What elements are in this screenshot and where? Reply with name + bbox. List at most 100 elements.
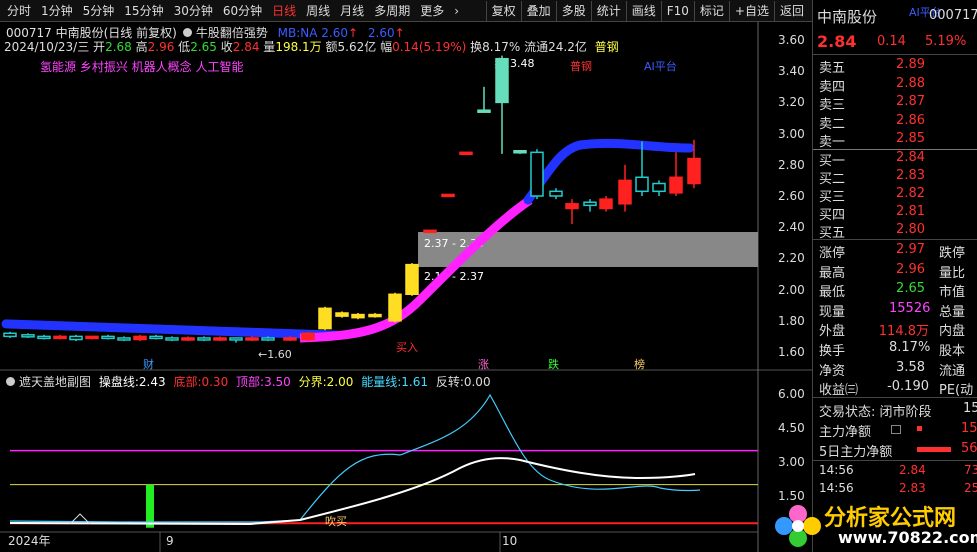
candle-body	[565, 203, 579, 210]
die-mark: 跌	[548, 357, 559, 371]
concept-tags: 氢能源 乡村振兴 机器人概念 人工智能	[40, 60, 244, 74]
candle-body	[388, 293, 402, 322]
candle-body	[405, 263, 419, 296]
close-value: 2.84	[232, 40, 260, 54]
stats-row: 换手 8.17% 股本	[819, 340, 966, 359]
bids-row: 买二 2.83	[819, 168, 925, 187]
asks-row: 卖二 2.86	[819, 112, 925, 132]
candle-body	[117, 337, 131, 341]
candle-body	[229, 337, 243, 341]
candle-body	[181, 337, 195, 341]
amt-value: 5.62亿	[337, 40, 377, 54]
time-label-10: 10	[502, 534, 517, 548]
bids-row: 买一 2.84	[819, 150, 925, 169]
quote-change: 0.14	[877, 34, 906, 49]
logo-url: www.70822.com	[838, 528, 977, 547]
low-price-mark: ←1.60	[258, 348, 292, 361]
energy-line	[9, 393, 701, 523]
sector-mark: 普钢	[570, 59, 592, 73]
candle-body	[618, 179, 632, 205]
energy-bar	[146, 484, 154, 528]
trend-line-blue	[1, 319, 341, 340]
candle-body	[459, 151, 473, 156]
stats-row: 外盘 114.8万 内盘	[819, 324, 966, 340]
candle-body	[423, 229, 437, 234]
stats-row: 收益㈢ -0.190 PE(动	[819, 379, 974, 399]
sub-l4-label: 分界:	[298, 375, 327, 389]
candle-body	[197, 337, 211, 341]
sub-l4-value: 2.00	[326, 375, 354, 389]
float-label: 流通	[524, 40, 549, 54]
amt-label: 额	[325, 40, 338, 54]
candle-body	[687, 157, 701, 185]
stats-row: 最高 2.96 量比	[819, 261, 966, 281]
tick-row: 14:56 2.84 73	[819, 463, 977, 477]
quote-pct: 5.19%	[925, 34, 967, 49]
candle-body	[261, 337, 275, 341]
candle-body	[69, 335, 83, 341]
indicator-dot-icon[interactable]	[182, 28, 192, 37]
candle-body	[149, 335, 163, 340]
stats-row: 现量 15526 总量	[819, 300, 966, 320]
sub-indicator-name[interactable]: 遮天盖地副图	[19, 375, 91, 389]
asks-row: 卖一 2.85	[819, 131, 925, 150]
high-value: 2.96	[147, 40, 175, 54]
kline-chart[interactable]: 2.37 - 2.392.15 - 2.373.48卖 普钢 AI平台←1.60买入…	[0, 0, 812, 552]
sub-indicator-dot-icon[interactable]	[6, 377, 15, 386]
candle-body	[133, 335, 147, 341]
low-label: 低	[178, 40, 191, 54]
bids-row: 买四 2.81	[819, 204, 925, 223]
candle-body	[599, 198, 613, 210]
quote-panel: 中南股份 AI平台 000717 2.84 0.14 5.19% 卖五 2.89 卖…	[812, 0, 977, 552]
sub-l6-label: 反转:	[435, 375, 464, 389]
flower-logo-icon	[775, 505, 821, 547]
ohlc-date: 2024/10/23/三	[4, 40, 90, 54]
turn-value: 8.17%	[482, 40, 521, 54]
candle-body	[351, 313, 365, 319]
candle-body	[441, 193, 455, 198]
time-label-year: 2024年	[8, 534, 51, 548]
stats-row: 净资 3.58 流通	[819, 359, 966, 379]
low-value: 2.65	[190, 40, 217, 54]
chg-label: 幅	[380, 40, 393, 54]
candle-body	[583, 201, 597, 207]
asks-row: 卖四 2.88	[819, 75, 925, 95]
sub-chart-header: 遮天盖地副图 操盘线:2.43 底部:0.30 顶部:3.50 分界:2.00 …	[6, 373, 491, 390]
candle-body	[652, 182, 666, 193]
candle-body	[477, 109, 491, 113]
trade-state: 交易状态: 闭市阶段 15	[819, 401, 977, 420]
sub-l3-label: 顶部:	[236, 375, 265, 389]
zhang-mark: 涨	[478, 358, 489, 371]
sub-l2-value: 0.30	[201, 375, 229, 389]
candle-body	[368, 313, 382, 318]
candle-body	[101, 335, 115, 340]
ai-mark: AI平台	[644, 59, 677, 73]
sub-l5-value: 1.61	[401, 375, 428, 389]
candle-body	[283, 337, 297, 341]
candle-body	[37, 335, 51, 340]
stats-row: 最低 2.65 市值	[819, 281, 966, 301]
cx-mark: 吹买	[325, 515, 347, 528]
sub-l1-value: 2.43	[138, 375, 166, 389]
vol-value: 198.1万	[275, 40, 322, 54]
candle-body	[549, 190, 563, 197]
top-price-label: 3.48	[510, 57, 535, 70]
tick-row: 14:56 2.83 25	[819, 481, 977, 495]
candle-body	[530, 151, 544, 197]
vol-label: 量	[263, 40, 276, 54]
cai-mark: 财	[143, 357, 154, 371]
candle-body	[21, 334, 35, 338]
asks-row: 卖三 2.87	[819, 94, 925, 113]
quote-stock-code: 000717	[929, 8, 977, 23]
open-value: 2.68	[105, 40, 132, 54]
watermark-logo: 分析家公式网 www.70822.com	[768, 500, 977, 552]
time-label-9: 9	[166, 534, 174, 548]
sector-tag: 普钢	[594, 40, 619, 54]
turn-label: 换	[470, 40, 483, 54]
sub-l2-label: 底部:	[173, 375, 202, 389]
sub-l3-value: 3.50	[264, 375, 291, 389]
candle-body	[3, 332, 17, 338]
quote-price: 2.84	[817, 32, 857, 51]
high-label: 高	[135, 40, 148, 54]
sub-l6-value: 0.00	[463, 375, 491, 389]
